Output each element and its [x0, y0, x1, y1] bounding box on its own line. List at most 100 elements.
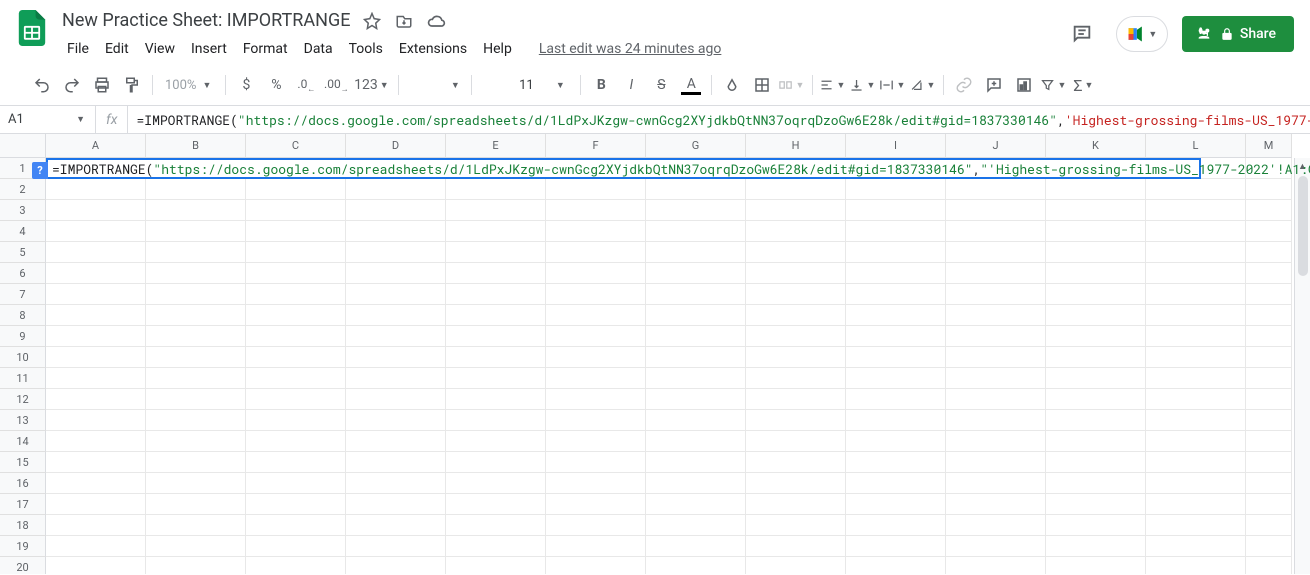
row-header-11[interactable]: 11 [0, 368, 46, 389]
cell[interactable] [146, 452, 246, 473]
cell[interactable] [646, 389, 746, 410]
print-icon[interactable] [88, 71, 116, 99]
cell[interactable] [746, 242, 846, 263]
cell[interactable] [646, 452, 746, 473]
cell[interactable] [946, 431, 1046, 452]
cloud-status-icon[interactable] [426, 11, 446, 31]
col-header-J[interactable]: J [946, 134, 1046, 158]
cell[interactable] [1146, 221, 1246, 242]
cell[interactable] [346, 536, 446, 557]
cell[interactable] [646, 368, 746, 389]
formula-help-badge[interactable]: ? [32, 162, 48, 179]
sheets-logo[interactable] [12, 8, 52, 48]
cell[interactable] [46, 284, 146, 305]
cell[interactable] [246, 242, 346, 263]
cell[interactable] [1246, 389, 1292, 410]
col-header-F[interactable]: F [546, 134, 646, 158]
menu-help[interactable]: Help [476, 37, 519, 61]
cell[interactable] [746, 305, 846, 326]
name-box[interactable]: A1▼ [0, 106, 96, 133]
cell[interactable] [1246, 515, 1292, 536]
cell[interactable] [446, 368, 546, 389]
cell[interactable] [1146, 515, 1246, 536]
cell[interactable] [1146, 473, 1246, 494]
col-header-I[interactable]: I [846, 134, 946, 158]
cell[interactable] [1146, 557, 1246, 574]
cell[interactable] [346, 305, 446, 326]
cell[interactable] [1146, 431, 1246, 452]
cell[interactable] [946, 347, 1046, 368]
cell[interactable] [146, 179, 246, 200]
cell[interactable] [146, 473, 246, 494]
cell[interactable] [246, 473, 346, 494]
percent-button[interactable]: % [262, 71, 290, 99]
cell[interactable] [546, 536, 646, 557]
cell[interactable] [346, 494, 446, 515]
borders-icon[interactable] [748, 71, 776, 99]
menu-tools[interactable]: Tools [342, 37, 390, 61]
cell[interactable] [46, 263, 146, 284]
cell[interactable] [46, 452, 146, 473]
cell[interactable] [146, 200, 246, 221]
cell[interactable] [1046, 431, 1146, 452]
cell[interactable] [546, 284, 646, 305]
active-cell-editor[interactable]: ? =IMPORTRANGE("https://docs.google.com/… [46, 158, 1201, 179]
menu-extensions[interactable]: Extensions [392, 37, 474, 61]
col-header-G[interactable]: G [646, 134, 746, 158]
cell[interactable] [1246, 473, 1292, 494]
cell[interactable] [646, 431, 746, 452]
cell[interactable] [246, 221, 346, 242]
cell[interactable] [1046, 179, 1146, 200]
row-header-19[interactable]: 19 [0, 536, 46, 557]
row-header-3[interactable]: 3 [0, 200, 46, 221]
cell[interactable] [446, 431, 546, 452]
cell[interactable] [1246, 200, 1292, 221]
cell[interactable] [46, 221, 146, 242]
font-size-minus[interactable] [478, 71, 506, 99]
cell[interactable] [146, 284, 246, 305]
cell[interactable] [846, 473, 946, 494]
cell[interactable] [446, 536, 546, 557]
cell[interactable] [846, 242, 946, 263]
filter-icon[interactable]: ▼ [1040, 71, 1068, 99]
cell[interactable] [146, 305, 246, 326]
cell[interactable] [646, 473, 746, 494]
cell[interactable] [246, 200, 346, 221]
cell[interactable] [1046, 473, 1146, 494]
cell[interactable] [346, 515, 446, 536]
cell[interactable] [1146, 263, 1246, 284]
cell[interactable] [746, 221, 846, 242]
cell[interactable] [1046, 557, 1146, 574]
cell[interactable] [46, 242, 146, 263]
bold-icon[interactable]: B [587, 71, 615, 99]
cell[interactable] [1046, 347, 1146, 368]
cell[interactable] [446, 347, 546, 368]
cell[interactable] [546, 494, 646, 515]
functions-icon[interactable]: Σ▼ [1070, 71, 1098, 99]
cell[interactable] [946, 389, 1046, 410]
rotate-icon[interactable]: ▼ [909, 71, 937, 99]
cell[interactable] [346, 452, 446, 473]
decrease-decimal-icon[interactable]: .0← [292, 71, 320, 99]
cell[interactable] [1146, 305, 1246, 326]
cell[interactable] [1146, 494, 1246, 515]
cell[interactable] [1046, 536, 1146, 557]
row-header-6[interactable]: 6 [0, 263, 46, 284]
cell[interactable] [146, 326, 246, 347]
cell[interactable] [46, 515, 146, 536]
cell[interactable] [1046, 200, 1146, 221]
cell[interactable] [1046, 263, 1146, 284]
cell[interactable] [946, 305, 1046, 326]
text-color-icon[interactable]: A [677, 71, 705, 99]
cell[interactable] [846, 221, 946, 242]
font-select[interactable]: ▼ [405, 71, 465, 99]
row-header-17[interactable]: 17 [0, 494, 46, 515]
menu-insert[interactable]: Insert [184, 37, 234, 61]
cell[interactable] [546, 515, 646, 536]
cell[interactable] [746, 263, 846, 284]
cell[interactable] [46, 431, 146, 452]
cell[interactable] [546, 242, 646, 263]
meet-button[interactable]: ▼ [1116, 16, 1168, 52]
redo-icon[interactable] [58, 71, 86, 99]
cell[interactable] [546, 200, 646, 221]
